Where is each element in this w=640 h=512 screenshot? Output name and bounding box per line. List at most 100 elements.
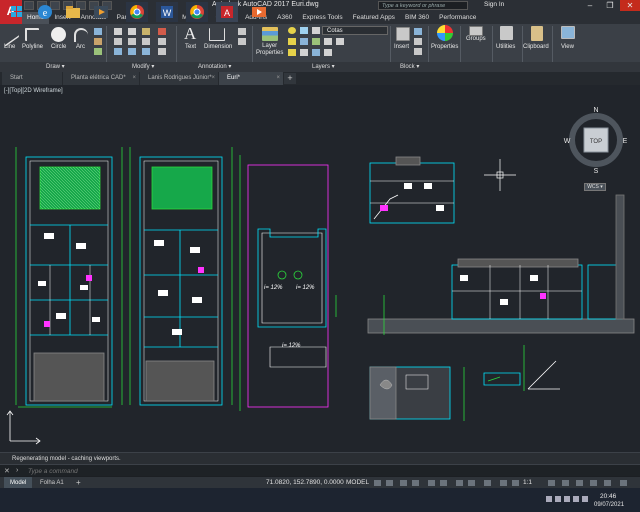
circle-button[interactable]: Circle bbox=[51, 44, 66, 50]
sign-in-link[interactable]: Sign In bbox=[484, 1, 504, 8]
media-player-icon[interactable] bbox=[90, 2, 112, 22]
properties-icon[interactable] bbox=[437, 25, 453, 41]
trim-icon[interactable] bbox=[142, 28, 150, 35]
panel-annotation[interactable]: Annotation ▾ bbox=[198, 63, 231, 70]
windows-start-icon[interactable] bbox=[6, 2, 28, 22]
autocad-icon[interactable]: A bbox=[216, 2, 238, 22]
stretch-icon[interactable] bbox=[114, 48, 122, 55]
circle-icon[interactable] bbox=[51, 27, 66, 42]
close-button[interactable]: ✕ bbox=[620, 0, 640, 11]
table-icon[interactable] bbox=[238, 38, 246, 45]
tab-a360[interactable]: A360 bbox=[272, 12, 297, 24]
compass-north[interactable]: N bbox=[593, 107, 598, 114]
block-tool-icon[interactable] bbox=[414, 38, 422, 45]
close-icon[interactable]: ✕ bbox=[4, 467, 10, 475]
erase-icon[interactable] bbox=[158, 28, 166, 35]
tab-performance[interactable]: Performance bbox=[434, 12, 481, 24]
rotate-icon[interactable] bbox=[128, 28, 136, 35]
annotation-visibility-icon[interactable] bbox=[500, 480, 507, 486]
doc-tab-start[interactable]: Start bbox=[2, 72, 62, 85]
polyline-button[interactable]: Polyline bbox=[22, 44, 43, 50]
close-icon[interactable]: × bbox=[211, 72, 215, 85]
gear-icon[interactable] bbox=[548, 480, 555, 486]
arc-icon[interactable] bbox=[74, 28, 88, 42]
new-tab-button[interactable]: + bbox=[284, 73, 296, 84]
otrack-icon[interactable] bbox=[440, 480, 447, 486]
panel-layers[interactable]: Layers ▾ bbox=[312, 63, 335, 70]
scale-icon[interactable] bbox=[128, 48, 136, 55]
draw-tool-icon[interactable] bbox=[94, 48, 102, 55]
osnap-icon[interactable] bbox=[428, 480, 435, 486]
panel-modify[interactable]: Modify ▾ bbox=[132, 63, 154, 70]
leader-icon[interactable] bbox=[238, 28, 246, 35]
block-tool-icon[interactable] bbox=[414, 28, 422, 35]
view-button[interactable]: View bbox=[561, 44, 574, 50]
polar-icon[interactable] bbox=[412, 480, 419, 486]
word-icon[interactable]: W bbox=[156, 2, 178, 22]
ortho-icon[interactable] bbox=[400, 480, 407, 486]
hardware-acceleration-icon[interactable] bbox=[590, 480, 597, 486]
customization-icon[interactable] bbox=[620, 480, 627, 486]
file-explorer-icon[interactable] bbox=[62, 2, 84, 22]
chevron-up-icon[interactable] bbox=[546, 496, 552, 502]
groups-button[interactable]: Groups bbox=[466, 36, 486, 42]
isolate-icon[interactable] bbox=[576, 480, 583, 486]
compass-west[interactable]: W bbox=[564, 138, 571, 145]
tray-icons[interactable] bbox=[546, 496, 590, 504]
model-space-drawing[interactable]: i= 12% i= 12% i= 12% bbox=[0, 85, 640, 452]
clean-screen-icon[interactable] bbox=[604, 480, 611, 486]
viewport-controls[interactable]: [-][Top][2D Wireframe] bbox=[4, 88, 63, 94]
utilities-icon[interactable] bbox=[500, 26, 513, 40]
auto-scale-icon[interactable] bbox=[512, 480, 519, 486]
line-button[interactable]: Line bbox=[4, 44, 15, 50]
polyline-icon[interactable] bbox=[25, 28, 39, 41]
doc-tab-lanis[interactable]: Lanis Rodrigues Júnior* × bbox=[140, 72, 218, 85]
layer-tool-icon[interactable] bbox=[288, 38, 296, 45]
compass-south[interactable]: S bbox=[594, 168, 599, 175]
tab-bim360[interactable]: BIM 360 bbox=[400, 12, 434, 24]
viewcube-top-face[interactable]: TOP bbox=[590, 139, 602, 145]
chrome-icon[interactable] bbox=[186, 2, 208, 22]
tab-featured-apps[interactable]: Featured Apps bbox=[348, 12, 400, 24]
transparency-icon[interactable] bbox=[468, 480, 475, 486]
lineweight-icon[interactable] bbox=[456, 480, 463, 486]
plus-icon[interactable] bbox=[562, 480, 569, 486]
insert-block-icon[interactable] bbox=[396, 27, 410, 41]
layer-dropdown[interactable]: Cotas bbox=[322, 26, 388, 35]
arc-button[interactable]: Arc bbox=[76, 44, 85, 50]
chrome-icon[interactable] bbox=[126, 2, 148, 22]
command-recent-icon[interactable]: › bbox=[16, 467, 18, 474]
layer-on-icon[interactable] bbox=[288, 27, 296, 34]
internet-explorer-icon[interactable]: e bbox=[34, 2, 56, 22]
move-icon[interactable] bbox=[114, 28, 122, 35]
explode-icon[interactable] bbox=[158, 38, 166, 45]
offset-icon[interactable] bbox=[158, 48, 166, 55]
layer-tool-icon[interactable] bbox=[324, 38, 332, 45]
layer-tool-icon[interactable] bbox=[324, 49, 332, 56]
layer-freeze-icon[interactable] bbox=[300, 27, 308, 34]
minimize-button[interactable]: – bbox=[580, 0, 600, 11]
layer-tool-icon[interactable] bbox=[288, 49, 296, 56]
close-icon[interactable]: × bbox=[276, 72, 280, 85]
copy-icon[interactable] bbox=[114, 38, 122, 45]
doc-tab-euri[interactable]: Euri* × bbox=[219, 72, 283, 85]
battery-icon[interactable] bbox=[564, 496, 570, 502]
layer-tool-icon[interactable] bbox=[300, 38, 308, 45]
wcs-menu[interactable]: WCS ▾ bbox=[584, 183, 606, 191]
properties-button[interactable]: Properties bbox=[431, 44, 458, 50]
draw-tool-icon[interactable] bbox=[94, 28, 102, 35]
layer-properties-icon[interactable] bbox=[262, 27, 278, 41]
viewcube[interactable]: TOP N S W E bbox=[562, 102, 630, 180]
draw-tool-icon[interactable] bbox=[94, 38, 102, 45]
clock-date[interactable]: 09/07/2021 bbox=[594, 502, 624, 508]
compass-east[interactable]: E bbox=[623, 138, 628, 145]
doc-tab-planta[interactable]: Planta elétrica CAD* × bbox=[63, 72, 139, 85]
snap-icon[interactable] bbox=[386, 480, 393, 486]
layer-lock-icon[interactable] bbox=[312, 27, 320, 34]
close-icon[interactable]: × bbox=[132, 72, 136, 85]
text-button[interactable]: Text bbox=[185, 44, 196, 50]
tab-express-tools[interactable]: Express Tools bbox=[297, 12, 347, 24]
restore-button[interactable]: ❐ bbox=[600, 0, 620, 11]
layer-tool-icon[interactable] bbox=[312, 38, 320, 45]
layer-properties-button[interactable]: Layer Properties bbox=[256, 43, 283, 57]
